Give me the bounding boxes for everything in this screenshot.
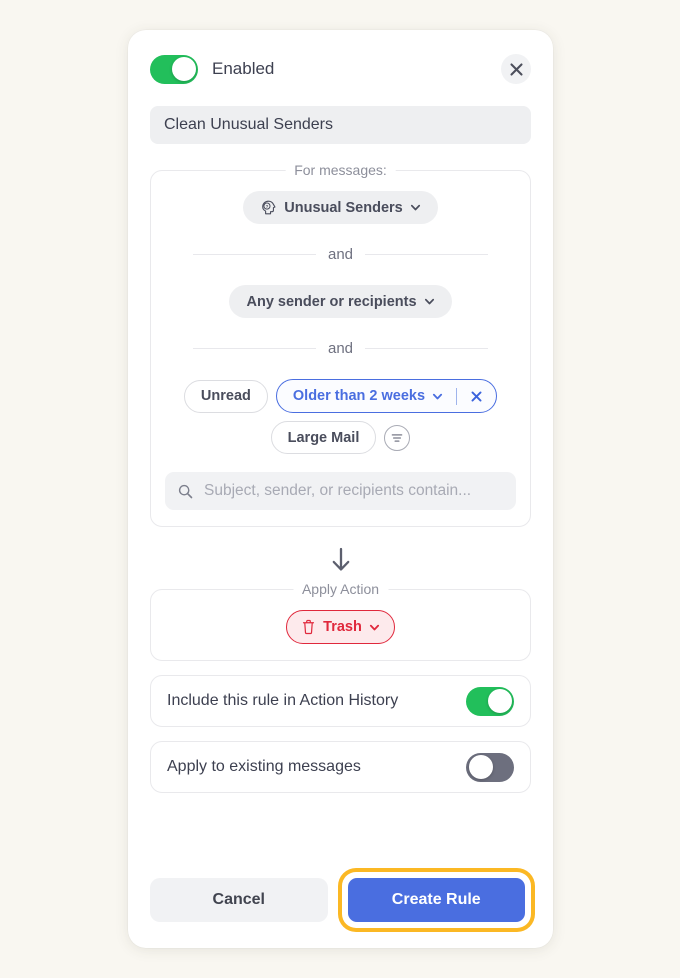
- chip-any-sender-or-recipients[interactable]: Any sender or recipients: [229, 285, 452, 318]
- dialog-body: For messages: ? Unusual Senders: [128, 90, 553, 858]
- dialog-footer: Cancel Create Rule: [128, 858, 553, 948]
- svg-text:?: ?: [266, 204, 269, 209]
- option-label-action-history: Include this rule in Action History: [167, 692, 399, 709]
- chevron-down-icon: [424, 298, 434, 305]
- trash-icon: [303, 619, 315, 635]
- condition-row-1: ? Unusual Senders: [165, 191, 516, 224]
- and-line-left: [193, 348, 316, 349]
- and-separator-2: and: [193, 340, 488, 357]
- create-rule-button[interactable]: Create Rule: [347, 878, 525, 922]
- option-row-action-history: Include this rule in Action History: [150, 675, 531, 727]
- and-separator-1: and: [193, 246, 488, 263]
- condition-row-3: Unread Older than 2 weeks: [165, 379, 516, 413]
- chip-trash-label: Trash: [323, 619, 362, 635]
- cancel-button[interactable]: Cancel: [150, 878, 328, 922]
- filter-options-button[interactable]: [384, 424, 411, 451]
- action-group: Apply Action Trash: [150, 581, 531, 661]
- and-line-right: [365, 254, 488, 255]
- condition-row-2: Any sender or recipients: [165, 285, 516, 318]
- action-history-toggle-knob: [487, 689, 512, 713]
- chip-divider: [456, 387, 458, 405]
- arrow-down-icon: [332, 547, 349, 571]
- chevron-down-icon: [369, 624, 379, 630]
- flow-arrow: [150, 547, 531, 573]
- chip-trash-action[interactable]: Trash: [286, 610, 395, 644]
- existing-messages-toggle-knob: [468, 755, 493, 779]
- enabled-toggle-knob: [171, 57, 196, 81]
- filter-circle-icon: [392, 433, 403, 442]
- condition-row-3-second-line: Large Mail: [165, 421, 516, 454]
- existing-messages-toggle[interactable]: [466, 752, 514, 782]
- conditions-legend: For messages:: [285, 162, 396, 178]
- rule-name-input[interactable]: [150, 106, 531, 144]
- close-icon: [509, 62, 523, 76]
- conditions-group: For messages: ? Unusual Senders and Any …: [150, 162, 531, 527]
- option-label-existing-messages: Apply to existing messages: [167, 758, 361, 775]
- condition-search-input[interactable]: [204, 482, 503, 500]
- rule-editor-dialog: Enabled For messages: ?: [128, 30, 553, 948]
- screen-background: Enabled For messages: ?: [0, 0, 680, 978]
- and-label-1: and: [327, 246, 354, 263]
- close-icon: [471, 391, 482, 401]
- chip-remove-button[interactable]: [466, 386, 486, 406]
- chip-any-sender-label: Any sender or recipients: [246, 293, 417, 310]
- chip-large-mail[interactable]: Large Mail: [270, 421, 377, 454]
- chevron-down-icon: [432, 393, 443, 399]
- enabled-toggle[interactable]: [150, 54, 198, 84]
- create-rule-highlight-ring: Create Rule: [341, 872, 531, 928]
- dialog-header: Enabled: [128, 30, 553, 90]
- action-legend: Apply Action: [292, 581, 389, 597]
- action-row: Trash: [165, 610, 516, 644]
- option-row-existing-messages: Apply to existing messages: [150, 741, 531, 793]
- chip-older-than-label: Older than 2 weeks: [292, 388, 426, 404]
- enabled-label: Enabled: [212, 59, 275, 78]
- action-history-toggle[interactable]: [466, 686, 514, 716]
- chip-unread-label: Unread: [200, 388, 251, 404]
- chip-large-mail-label: Large Mail: [287, 429, 360, 446]
- condition-search-box[interactable]: [165, 472, 516, 510]
- chip-unread[interactable]: Unread: [183, 379, 268, 413]
- chip-older-than-2-weeks[interactable]: Older than 2 weeks: [275, 379, 498, 413]
- head-question-icon: ?: [262, 200, 276, 215]
- chevron-down-icon: [410, 204, 420, 211]
- chip-unusual-senders[interactable]: ? Unusual Senders: [243, 191, 438, 224]
- chip-unusual-senders-label: Unusual Senders: [284, 199, 403, 216]
- and-line-left: [193, 254, 316, 255]
- search-icon: [178, 484, 193, 498]
- close-dialog-button[interactable]: [501, 54, 531, 84]
- and-line-right: [365, 348, 488, 349]
- and-label-2: and: [327, 340, 354, 357]
